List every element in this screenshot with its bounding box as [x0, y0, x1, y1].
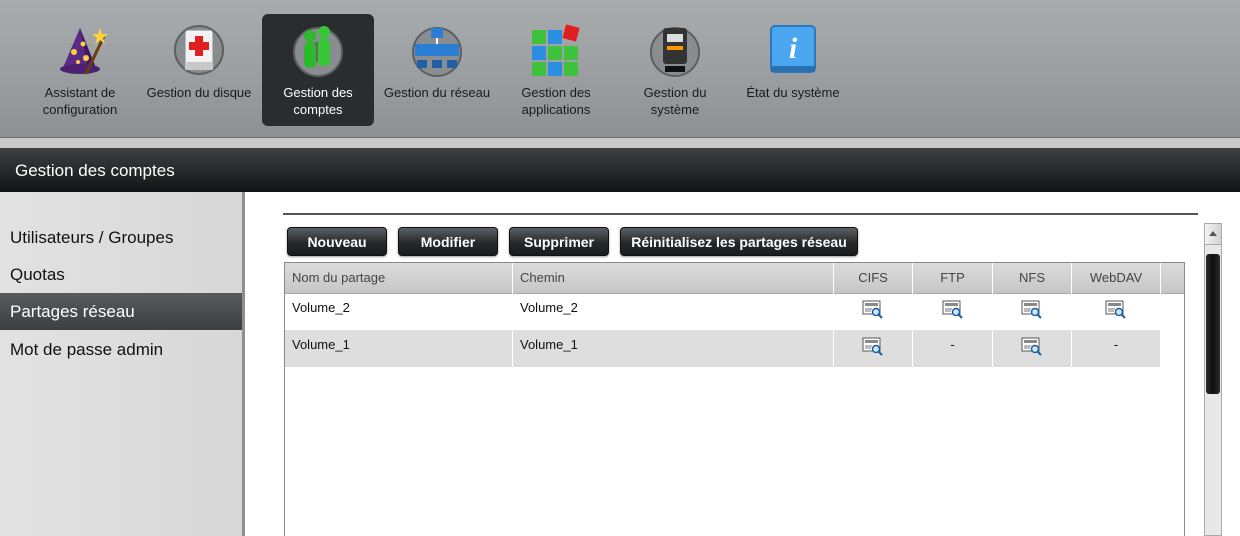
scroll-up-arrow-icon[interactable] — [1205, 224, 1221, 245]
webdav-cell: - — [1072, 330, 1161, 367]
nav-label: configuration — [42, 102, 118, 117]
vertical-scrollbar[interactable] — [1204, 223, 1222, 536]
nfs-cell — [993, 293, 1072, 330]
view-details-icon[interactable] — [862, 300, 884, 319]
column-header-share-name[interactable]: Nom du partage — [285, 263, 513, 293]
column-header-nfs[interactable]: NFS — [993, 263, 1072, 293]
scrollbar-thumb[interactable] — [1206, 254, 1220, 394]
view-details-icon[interactable] — [862, 337, 884, 356]
column-header-path[interactable]: Chemin — [513, 263, 834, 293]
webdav-cell — [1072, 293, 1161, 330]
path-cell: Volume_1 — [513, 330, 834, 367]
nav-label: système — [650, 102, 700, 117]
column-header-cifs[interactable]: CIFS — [834, 263, 913, 293]
table-header: Nom du partage Chemin CIFS FTP NFS WebDA… — [285, 263, 1184, 294]
divider — [0, 138, 1240, 148]
nav-setup-wizard[interactable]: Assistant de configuration — [24, 14, 136, 126]
page-title: Gestion des comptes — [0, 148, 1240, 192]
cifs-cell — [834, 293, 913, 330]
nav-label: Gestion des — [283, 85, 353, 100]
nav-label: Gestion du disque — [146, 85, 252, 100]
new-button[interactable]: Nouveau — [287, 227, 387, 256]
svg-text:i: i — [789, 32, 798, 65]
nfs-cell — [993, 330, 1072, 367]
edit-button[interactable]: Modifier — [398, 227, 498, 256]
delete-button[interactable]: Supprimer — [509, 227, 609, 256]
sidebar: Utilisateurs / Groupes Quotas Partages r… — [0, 192, 245, 536]
table-row[interactable]: Volume_2 Volume_2 — [285, 293, 1161, 330]
share-name-cell: Volume_1 — [285, 330, 513, 367]
info-icon: i — [770, 25, 816, 73]
path-cell: Volume_2 — [513, 293, 834, 330]
accounts-icon — [293, 26, 343, 77]
wizard-icon — [60, 28, 108, 75]
nav-label: Gestion des — [521, 85, 591, 100]
nav-label: Gestion du — [643, 85, 707, 100]
view-details-icon[interactable] — [942, 300, 964, 319]
ftp-cell — [913, 293, 993, 330]
shares-table: Nom du partage Chemin CIFS FTP NFS WebDA… — [284, 262, 1185, 536]
view-details-icon[interactable] — [1021, 337, 1043, 356]
nav-application-management[interactable]: Gestion des applications — [500, 14, 612, 126]
network-icon — [412, 27, 462, 77]
sidebar-item-network-shares[interactable]: Partages réseau — [0, 293, 242, 330]
nav-label: État du système — [746, 85, 840, 100]
nav-disk-management[interactable]: Gestion du disque — [143, 14, 255, 126]
disk-icon — [174, 25, 224, 75]
column-header-webdav[interactable]: WebDAV — [1072, 263, 1161, 293]
nav-label: Assistant de — [44, 85, 116, 100]
top-navigation: Assistant de configuration Gestion du dis… — [0, 0, 1240, 138]
sidebar-item-users-groups[interactable]: Utilisateurs / Groupes — [0, 219, 242, 256]
share-name-cell: Volume_2 — [285, 293, 513, 330]
nav-label: comptes — [293, 102, 343, 117]
nav-network-management[interactable]: Gestion du réseau — [381, 14, 493, 126]
column-header-ftp[interactable]: FTP — [913, 263, 993, 293]
cifs-cell — [834, 330, 913, 367]
system-icon — [650, 27, 700, 77]
nav-label: Gestion du réseau — [383, 85, 491, 100]
divider — [283, 213, 1198, 215]
nav-system-status[interactable]: i État du système — [737, 14, 849, 126]
reset-shares-button[interactable]: Réinitialisez les partages réseau — [620, 227, 858, 256]
view-details-icon[interactable] — [1021, 300, 1043, 319]
nav-system-management[interactable]: Gestion du système — [619, 14, 731, 126]
view-details-icon[interactable] — [1105, 300, 1127, 319]
ftp-cell: - — [913, 330, 993, 367]
nav-account-management[interactable]: Gestion des comptes — [262, 14, 374, 126]
applications-icon — [532, 24, 580, 76]
sidebar-item-quotas[interactable]: Quotas — [0, 256, 242, 293]
nav-label: applications — [521, 102, 591, 117]
table-row[interactable]: Volume_1 Volume_1 - - — [285, 330, 1161, 367]
sidebar-item-admin-password[interactable]: Mot de passe admin — [0, 331, 242, 368]
